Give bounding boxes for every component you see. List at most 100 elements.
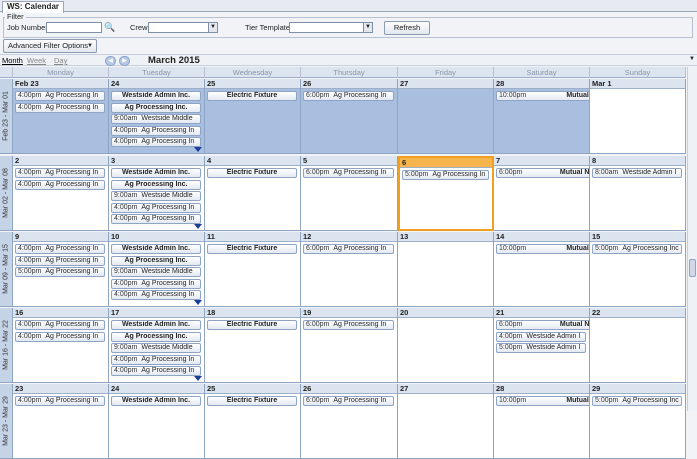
calendar-event[interactable]: 4:00pm Ag Processing In bbox=[111, 202, 201, 213]
calendar-event[interactable]: 4:00pm Ag Processing In bbox=[15, 168, 105, 178]
day-cell[interactable]: 14 10:00pmMutual South bbox=[494, 232, 590, 307]
calendar-event[interactable]: 4:00pm Ag Processing In bbox=[111, 137, 201, 147]
calendar-event[interactable]: 5:00pm Ag Processing In bbox=[402, 170, 489, 180]
calendar-event[interactable]: 4:00pm Ag Processing In bbox=[15, 91, 105, 101]
day-cell[interactable]: 13 bbox=[398, 232, 494, 307]
day-cell[interactable]: 12 6:00pm Ag Processing In bbox=[301, 232, 398, 307]
day-number[interactable]: 24 bbox=[109, 384, 204, 394]
week-label[interactable]: Feb 23 - Mar 01 bbox=[0, 79, 13, 154]
previous-month-icon[interactable]: ◀ bbox=[105, 56, 116, 66]
day-number[interactable]: 21 bbox=[494, 308, 589, 318]
calendar-event[interactable]: 9:00am Westside Middle bbox=[111, 267, 201, 277]
day-cell[interactable]: 26 6:00pm Ag Processing In bbox=[301, 384, 398, 459]
day-cell[interactable]: 24 Westside Admin Inc. Ag Processing Inc. 9… bbox=[109, 79, 205, 154]
tab-week[interactable]: Week bbox=[27, 56, 46, 65]
next-month-icon[interactable]: ▶ bbox=[119, 56, 130, 66]
more-events-arrow-icon[interactable] bbox=[194, 300, 202, 305]
calendar-event[interactable]: 4:00pm Ag Processing In bbox=[15, 255, 105, 266]
day-number[interactable]: 12 bbox=[301, 232, 397, 242]
calendar-event[interactable]: Westside Admin Inc. bbox=[111, 244, 201, 254]
calendar-event[interactable]: 5:00pm Ag Processing In bbox=[15, 267, 105, 277]
day-number[interactable]: 5 bbox=[301, 156, 397, 166]
day-cell[interactable]: 22 bbox=[590, 308, 686, 383]
day-cell[interactable]: 2 4:00pm Ag Processing In 4:00pm Ag Processi… bbox=[13, 156, 109, 231]
more-events-arrow-icon[interactable] bbox=[194, 147, 202, 152]
day-cell[interactable]: 23 4:00pm Ag Processing In bbox=[13, 384, 109, 459]
calendar-event[interactable]: Westside Admin Inc. bbox=[111, 168, 201, 178]
tab-month[interactable]: Month bbox=[2, 56, 23, 65]
calendar-event[interactable]: 9:00am Westside Middle bbox=[111, 343, 201, 353]
day-cell[interactable]: 16 4:00pm Ag Processing In 4:00pm Ag Process… bbox=[13, 308, 109, 383]
day-cell[interactable]: 27 bbox=[398, 384, 494, 459]
calendar-event[interactable]: Electric Fixture bbox=[207, 396, 297, 406]
calendar-event[interactable]: 6:00pm Ag Processing In bbox=[303, 320, 394, 330]
calendar-event[interactable]: 4:00pm Westside Admin I bbox=[496, 331, 586, 342]
calendar-event[interactable]: 6:00pm Ag Processing In bbox=[303, 168, 394, 178]
toolbar-dropdown-icon[interactable]: ▼ bbox=[689, 56, 695, 62]
calendar-event[interactable]: 6:00pm Ag Processing In bbox=[303, 244, 394, 254]
day-number[interactable]: 3 bbox=[109, 156, 204, 166]
vertical-scrollbar[interactable] bbox=[687, 67, 697, 411]
calendar-event[interactable]: 4:00pm Ag Processing In bbox=[111, 278, 201, 289]
calendar-event[interactable]: Electric Fixture bbox=[207, 244, 297, 254]
day-number[interactable]: 23 bbox=[13, 384, 108, 394]
day-cell[interactable]: 21 6:00pmMutual Northeast4:00pmWestside A… bbox=[494, 308, 590, 383]
day-number[interactable]: 15 bbox=[590, 232, 685, 242]
calendar-event[interactable]: 5:00pm Ag Processing Inc bbox=[592, 396, 682, 406]
day-cell[interactable]: Feb 23 4:00pm Ag Processing In 4:00pm Ag Pro… bbox=[13, 79, 109, 154]
calendar-event[interactable]: 8:00am Westside Admin I bbox=[592, 168, 682, 178]
day-cell[interactable]: 11 Electric Fixture bbox=[205, 232, 301, 307]
advanced-filter-options-button[interactable]: Advanced Filter Options ▼ bbox=[3, 39, 97, 53]
calendar-event[interactable]: 4:00pm Ag Processing In bbox=[111, 354, 201, 365]
calendar-event[interactable]: 9:00am Westside Middle bbox=[111, 114, 201, 124]
calendar-event[interactable]: 4:00pm Ag Processing In bbox=[15, 244, 105, 254]
tab-day[interactable]: Day bbox=[54, 56, 67, 65]
calendar-event[interactable]: 10:00pmMutual South bbox=[496, 396, 589, 406]
calendar-event[interactable]: Westside Admin Inc. bbox=[111, 320, 201, 330]
day-number[interactable]: 17 bbox=[109, 308, 204, 318]
day-cell[interactable]: 3 Westside Admin Inc. Ag Processing Inc. 9:… bbox=[109, 156, 205, 231]
day-cell[interactable]: 17 Westside Admin Inc. Ag Processing Inc. 9… bbox=[109, 308, 205, 383]
more-events-arrow-icon[interactable] bbox=[194, 224, 202, 229]
day-number[interactable]: 4 bbox=[205, 156, 300, 166]
day-number[interactable]: 20 bbox=[398, 308, 493, 318]
calendar-event[interactable]: Electric Fixture bbox=[207, 168, 297, 178]
day-cell[interactable]: 24 Westside Admin Inc. bbox=[109, 384, 205, 459]
crew-combo[interactable]: ▼ bbox=[148, 22, 218, 33]
week-label[interactable]: Mar 02 - Mar 08 bbox=[0, 156, 13, 231]
week-label[interactable]: Mar 09 - Mar 15 bbox=[0, 232, 13, 307]
day-number[interactable]: 13 bbox=[398, 232, 493, 242]
day-cell[interactable]: 19 6:00pm Ag Processing In bbox=[301, 308, 398, 383]
day-cell[interactable]: 5 6:00pm Ag Processing In bbox=[301, 156, 398, 231]
day-number[interactable]: Feb 23 bbox=[13, 79, 108, 89]
day-number[interactable]: 18 bbox=[205, 308, 300, 318]
calendar-event[interactable]: 4:00pm Ag Processing In bbox=[111, 290, 201, 300]
day-number[interactable]: 9 bbox=[13, 232, 108, 242]
calendar-event[interactable]: Westside Admin Inc. bbox=[111, 396, 201, 406]
calendar-event[interactable]: 4:00pm Ag Processing In bbox=[15, 102, 105, 113]
week-label[interactable]: Mar 16 - Mar 22 bbox=[0, 308, 13, 383]
calendar-event[interactable]: 10:00pmMutual South bbox=[496, 91, 589, 101]
day-number[interactable]: 28 bbox=[494, 384, 589, 394]
calendar-event[interactable]: 6:00pm Ag Processing In bbox=[303, 396, 394, 406]
day-number[interactable]: 24 bbox=[109, 79, 204, 89]
day-number[interactable]: 7 bbox=[494, 156, 589, 166]
calendar-event[interactable]: 6:00pm Ag Processing In bbox=[303, 91, 394, 101]
day-cell[interactable]: 28 10:00pmMutual South bbox=[494, 79, 590, 154]
day-cell[interactable]: 28 10:00pmMutual South bbox=[494, 384, 590, 459]
day-number[interactable]: 8 bbox=[590, 156, 685, 166]
calendar-event[interactable]: 6:00pmMutual Northeast bbox=[496, 320, 589, 330]
day-cell[interactable]: 7 6:00pmMutual Northeast bbox=[494, 156, 590, 231]
day-number[interactable]: 2 bbox=[13, 156, 108, 166]
day-number[interactable]: 27 bbox=[398, 79, 493, 89]
day-cell[interactable]: 26 6:00pm Ag Processing In bbox=[301, 79, 398, 154]
calendar-event[interactable]: 4:00pm Ag Processing In bbox=[15, 396, 105, 406]
day-cell[interactable]: 8 8:00am Westside Admin I bbox=[590, 156, 686, 231]
calendar-event[interactable]: 4:00pm Ag Processing In bbox=[15, 331, 105, 342]
day-number[interactable]: Mar 1 bbox=[590, 79, 685, 89]
day-cell[interactable]: 25 Electric Fixture bbox=[205, 384, 301, 459]
day-cell[interactable]: 9 4:00pm Ag Processing In 4:00pm Ag Processi… bbox=[13, 232, 109, 307]
day-number[interactable]: 6 bbox=[400, 158, 492, 168]
day-number[interactable]: 22 bbox=[590, 308, 685, 318]
day-number[interactable]: 29 bbox=[590, 384, 685, 394]
